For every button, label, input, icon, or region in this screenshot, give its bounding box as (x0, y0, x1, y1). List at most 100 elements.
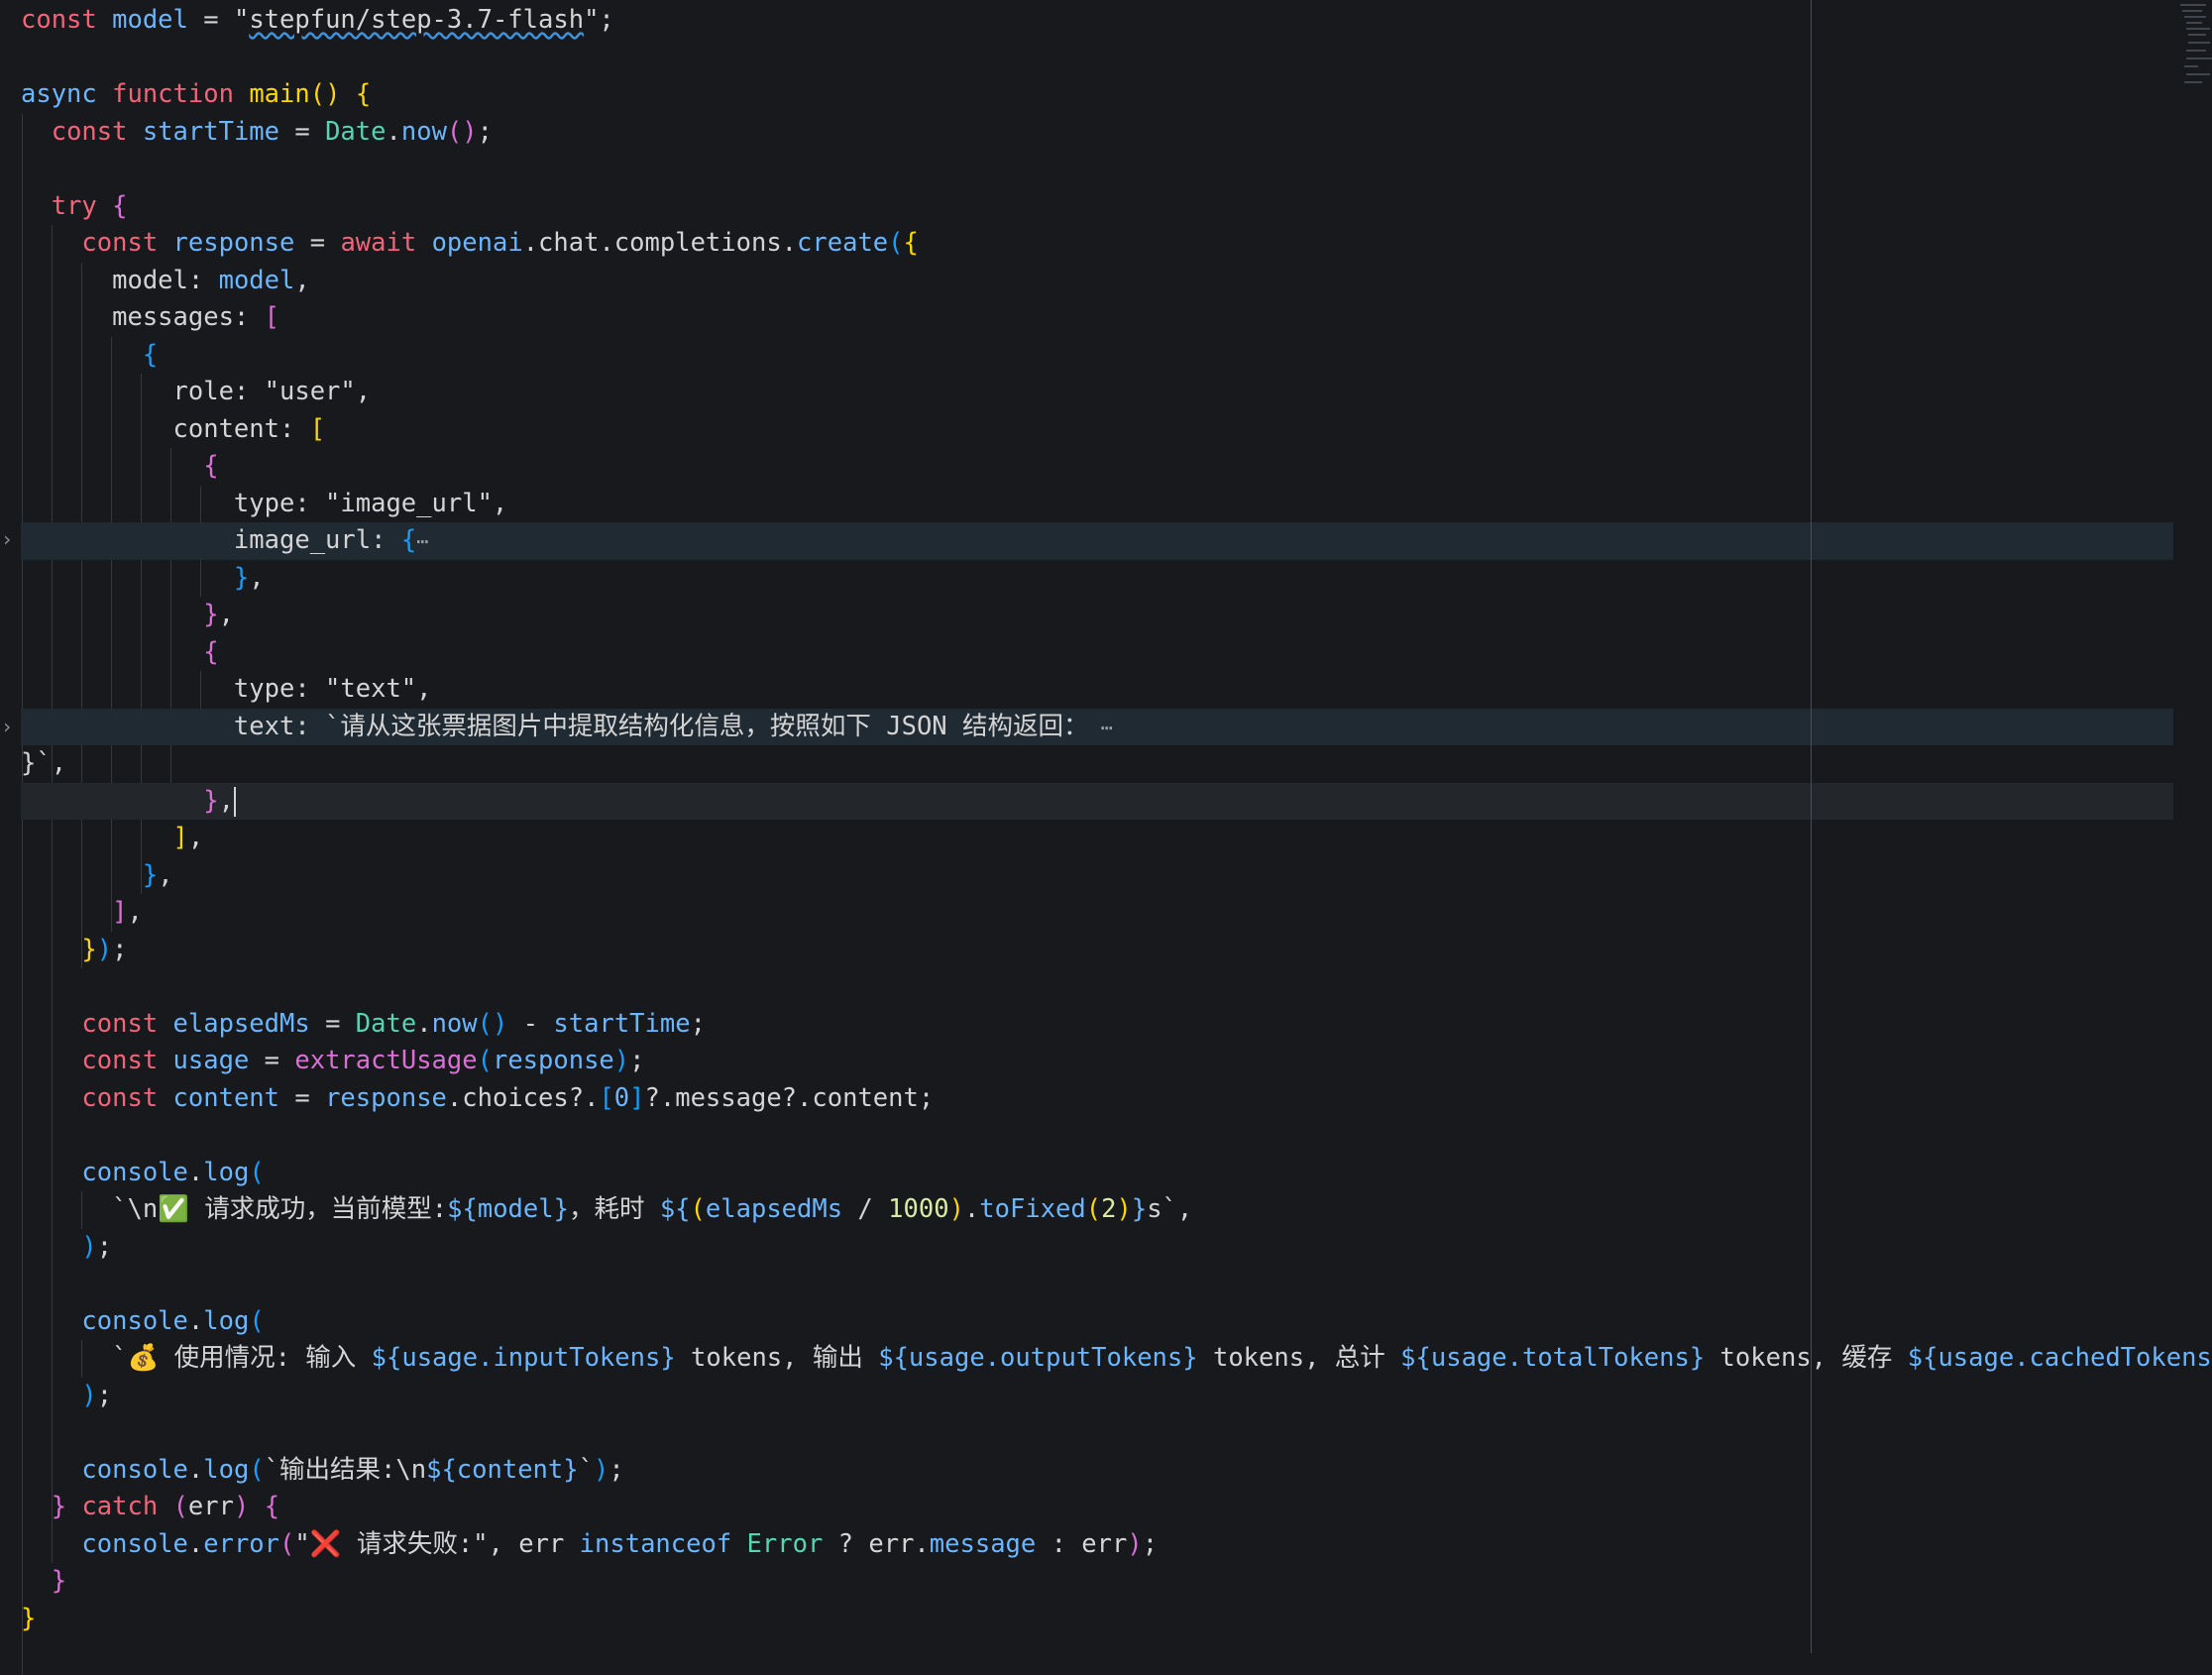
text-cursor (233, 786, 236, 817)
code-token: [ (264, 302, 279, 332)
code-token: Error (746, 1528, 824, 1559)
code-line[interactable]: } (0, 1601, 2180, 1638)
code-token: ] (172, 823, 188, 852)
code-line[interactable]: ], (0, 894, 2180, 932)
code-line[interactable]: async function main() { (0, 76, 2180, 114)
code-line[interactable]: type: "text", (0, 671, 2180, 709)
code-token: .chat.completions. (522, 228, 798, 258)
code-line[interactable]: messages: [ (0, 299, 2180, 337)
code-line[interactable]: }); (0, 932, 2180, 969)
code-token: image_url: (21, 525, 401, 555)
code-line[interactable]: image_url: {⋯ (0, 522, 2180, 560)
code-token: { (355, 79, 372, 109)
code-line[interactable]: const startTime = Date.now(); (0, 114, 2180, 152)
code-line-text: }, (21, 560, 265, 598)
code-line[interactable]: try { (0, 188, 2180, 226)
code-line[interactable]: }, (0, 560, 2180, 598)
minimap[interactable] (2178, 0, 2212, 99)
code-line[interactable]: const usage = extractUsage(response); (0, 1043, 2180, 1080)
code-line[interactable]: console.error("❌ 请求失败:", err instanceof … (0, 1526, 2180, 1564)
code-line[interactable]: console.log( (0, 1303, 2180, 1341)
folded-ellipsis-icon[interactable]: ⋯ (1089, 716, 1113, 739)
code-line[interactable]: } catch (err) { (0, 1489, 2180, 1526)
code-token: log (203, 1454, 250, 1485)
code-line[interactable] (0, 968, 2180, 1006)
code-line[interactable]: }`, (0, 745, 2180, 783)
code-line[interactable]: console.log(`输出结果:\n${content}`); (0, 1452, 2180, 1490)
code-line[interactable]: console.log( (0, 1155, 2180, 1192)
code-token: ( (690, 1194, 706, 1224)
code-line[interactable]: const content = response.choices?.[0]?.m… (0, 1080, 2180, 1118)
code-line[interactable]: ); (0, 1229, 2180, 1267)
code-token: `💰 使用情况: 输入 (21, 1343, 372, 1373)
code-line-text: ], (21, 894, 143, 932)
code-line[interactable]: ); (0, 1378, 2180, 1415)
code-token: , (294, 265, 310, 295)
code-token: = (294, 228, 341, 258)
code-line[interactable] (0, 1117, 2180, 1155)
code-line[interactable]: } (0, 1563, 2180, 1601)
code-token: { (142, 339, 159, 370)
code-line[interactable] (0, 40, 2180, 77)
code-line-text: } (21, 1563, 66, 1601)
code-token: ${model} (447, 1194, 569, 1224)
code-line[interactable]: `💰 使用情况: 输入 ${usage.inputTokens} tokens,… (0, 1340, 2212, 1378)
code-token: .choices?. (446, 1082, 600, 1113)
code-line-text: }`, (21, 745, 66, 783)
code-token: ; (608, 1454, 624, 1485)
code-token: Date (355, 1008, 417, 1039)
code-token: = (279, 1082, 326, 1113)
code-token: } (51, 1492, 67, 1521)
code-line[interactable]: }, (0, 782, 2180, 821)
code-line[interactable]: { (0, 448, 2180, 486)
code-token: tokens, 缓存 (1705, 1343, 1908, 1373)
code-line[interactable]: `\n✅ 请求成功，当前模型:${model}，耗时 ${(elapsedMs … (0, 1191, 2180, 1229)
code-line-text: { (21, 337, 158, 375)
code-token: ( (249, 1157, 265, 1187)
code-token: console (81, 1528, 188, 1559)
code-line[interactable]: text: `请从这张票据图片中提取结构化信息，按照如下 JSON 结构返回： … (0, 708, 2180, 746)
code-line[interactable]: const model = "stepfun/step-3.7-flash"; (0, 2, 2180, 40)
code-line-text: ], (21, 820, 204, 857)
fold-chevron-icon[interactable]: › (0, 521, 14, 559)
code-line-text: content: [ (21, 411, 326, 449)
code-token: ] (629, 1082, 645, 1113)
code-token: ) (948, 1194, 964, 1224)
code-token: ; (477, 116, 493, 147)
code-line[interactable]: const response = await openai.chat.compl… (0, 225, 2180, 263)
code-token: . (416, 1008, 432, 1039)
code-line[interactable]: content: [ (0, 411, 2180, 449)
code-line[interactable]: const elapsedMs = Date.now() - startTime… (0, 1006, 2180, 1044)
code-line-text: }, (21, 783, 236, 821)
code-line[interactable]: type: "image_url", (0, 486, 2180, 523)
code-line[interactable] (0, 1266, 2180, 1303)
code-token: 2 (1101, 1194, 1117, 1224)
code-line[interactable]: }, (0, 597, 2180, 634)
code-line[interactable]: model: model, (0, 263, 2180, 300)
code-line[interactable]: ], (0, 820, 2180, 857)
code-line[interactable]: }, (0, 857, 2180, 895)
code-line[interactable] (0, 151, 2180, 188)
code-line[interactable]: { (0, 337, 2180, 375)
column-ruler (1811, 0, 1812, 1653)
code-token: { (203, 636, 219, 667)
code-editor[interactable]: const model = "stepfun/step-3.7-flash"; a… (0, 0, 2212, 1675)
fold-chevron-icon[interactable]: › (0, 709, 14, 746)
code-token: { (264, 1492, 280, 1521)
folded-ellipsis-icon[interactable]: ⋯ (416, 529, 428, 553)
code-line[interactable]: role: "user", (0, 374, 2180, 411)
code-line[interactable] (0, 1414, 2180, 1452)
code-token: = (249, 1046, 295, 1075)
code-token: role: "user", (21, 377, 372, 406)
code-line[interactable]: { (0, 634, 2180, 672)
